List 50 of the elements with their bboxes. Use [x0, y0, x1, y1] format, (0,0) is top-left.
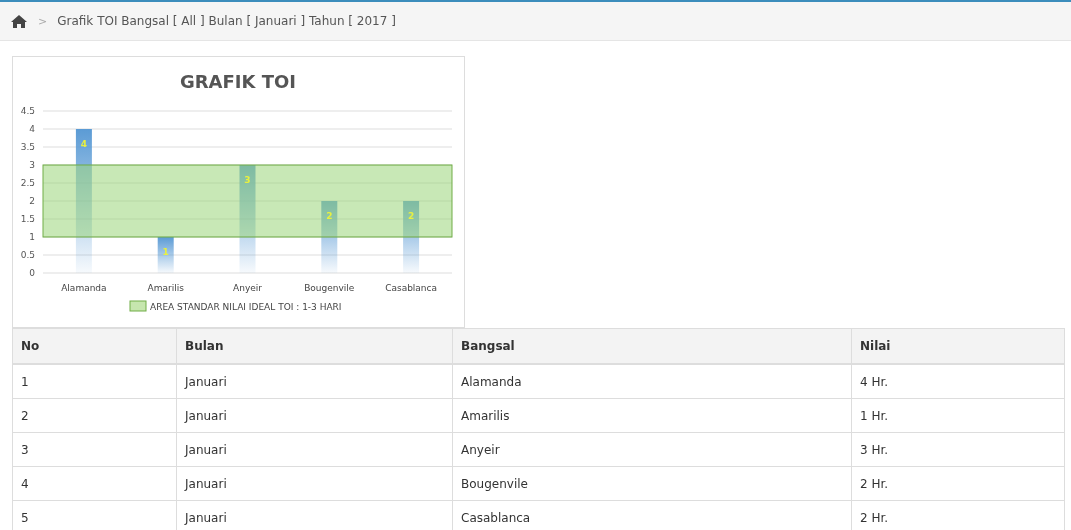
axis-tick-label: 3.5 [20, 142, 35, 152]
data-label: 1 [162, 247, 169, 257]
table-cell: Amarilis [452, 398, 852, 433]
bar [321, 201, 338, 273]
table-cell: Januari [176, 398, 453, 433]
axis-tick-label: 4.5 [20, 106, 35, 116]
table-cell: Anyeir [452, 432, 852, 467]
table-cell: 3 Hr. [851, 432, 1065, 467]
axis-tick-label: 3 [29, 160, 35, 170]
table-cell: 1 Hr. [851, 398, 1065, 433]
table-cell: Januari [176, 364, 453, 399]
home-icon[interactable] [10, 13, 28, 29]
table-cell: 4 Hr. [851, 364, 1065, 399]
axis-tick-label: 4 [29, 124, 35, 134]
axis-tick-label: 2 [29, 196, 35, 206]
chart-title: GRAFIK TOI [179, 71, 297, 92]
table-cell: 2 [12, 398, 177, 433]
legend-label: AREA STANDAR NILAI IDEAL TOI : 1-3 HARI [150, 302, 342, 312]
axis-tick-label: 0.5 [20, 250, 35, 260]
legend-swatch [129, 300, 147, 312]
table-cell: 3 [12, 432, 177, 467]
axis-tick-label: 0 [29, 268, 35, 278]
category-label: Casablanca [385, 283, 438, 293]
data-label: 2 [326, 211, 333, 221]
axis-tick-label: 1 [29, 232, 35, 242]
category-label: Anyeir [233, 283, 262, 293]
category-label: Bougenvile [304, 283, 355, 293]
breadcrumb-text: Grafik TOI Bangsal [ All ] Bulan [ Januari ] Tahun [ 2017 ] [57, 14, 396, 28]
table-cell: Januari [176, 466, 453, 501]
table-cell: 2 Hr. [851, 466, 1065, 501]
column-header: Bulan [176, 328, 453, 364]
table-cell: 1 [12, 364, 177, 399]
bar [157, 237, 174, 273]
data-label: 4 [80, 139, 88, 149]
table-cell: 5 [12, 500, 177, 530]
breadcrumb-separator: > [38, 14, 48, 28]
table-cell: Alamanda [452, 364, 852, 399]
table-cell: Bougenvile [452, 466, 852, 501]
column-header: Nilai [851, 328, 1065, 364]
table-cell: Januari [176, 432, 453, 467]
column-header: Bangsal [452, 328, 852, 364]
bar [403, 201, 420, 273]
category-label: Amarilis [147, 283, 184, 293]
table-cell: 4 [12, 466, 177, 501]
axis-tick-label: 2.5 [20, 178, 35, 188]
category-label: Alamanda [61, 283, 107, 293]
data-label: 2 [407, 211, 415, 221]
data-label: 3 [244, 175, 251, 185]
axis-tick-label: 1.5 [20, 214, 35, 224]
column-header: No [12, 328, 177, 364]
